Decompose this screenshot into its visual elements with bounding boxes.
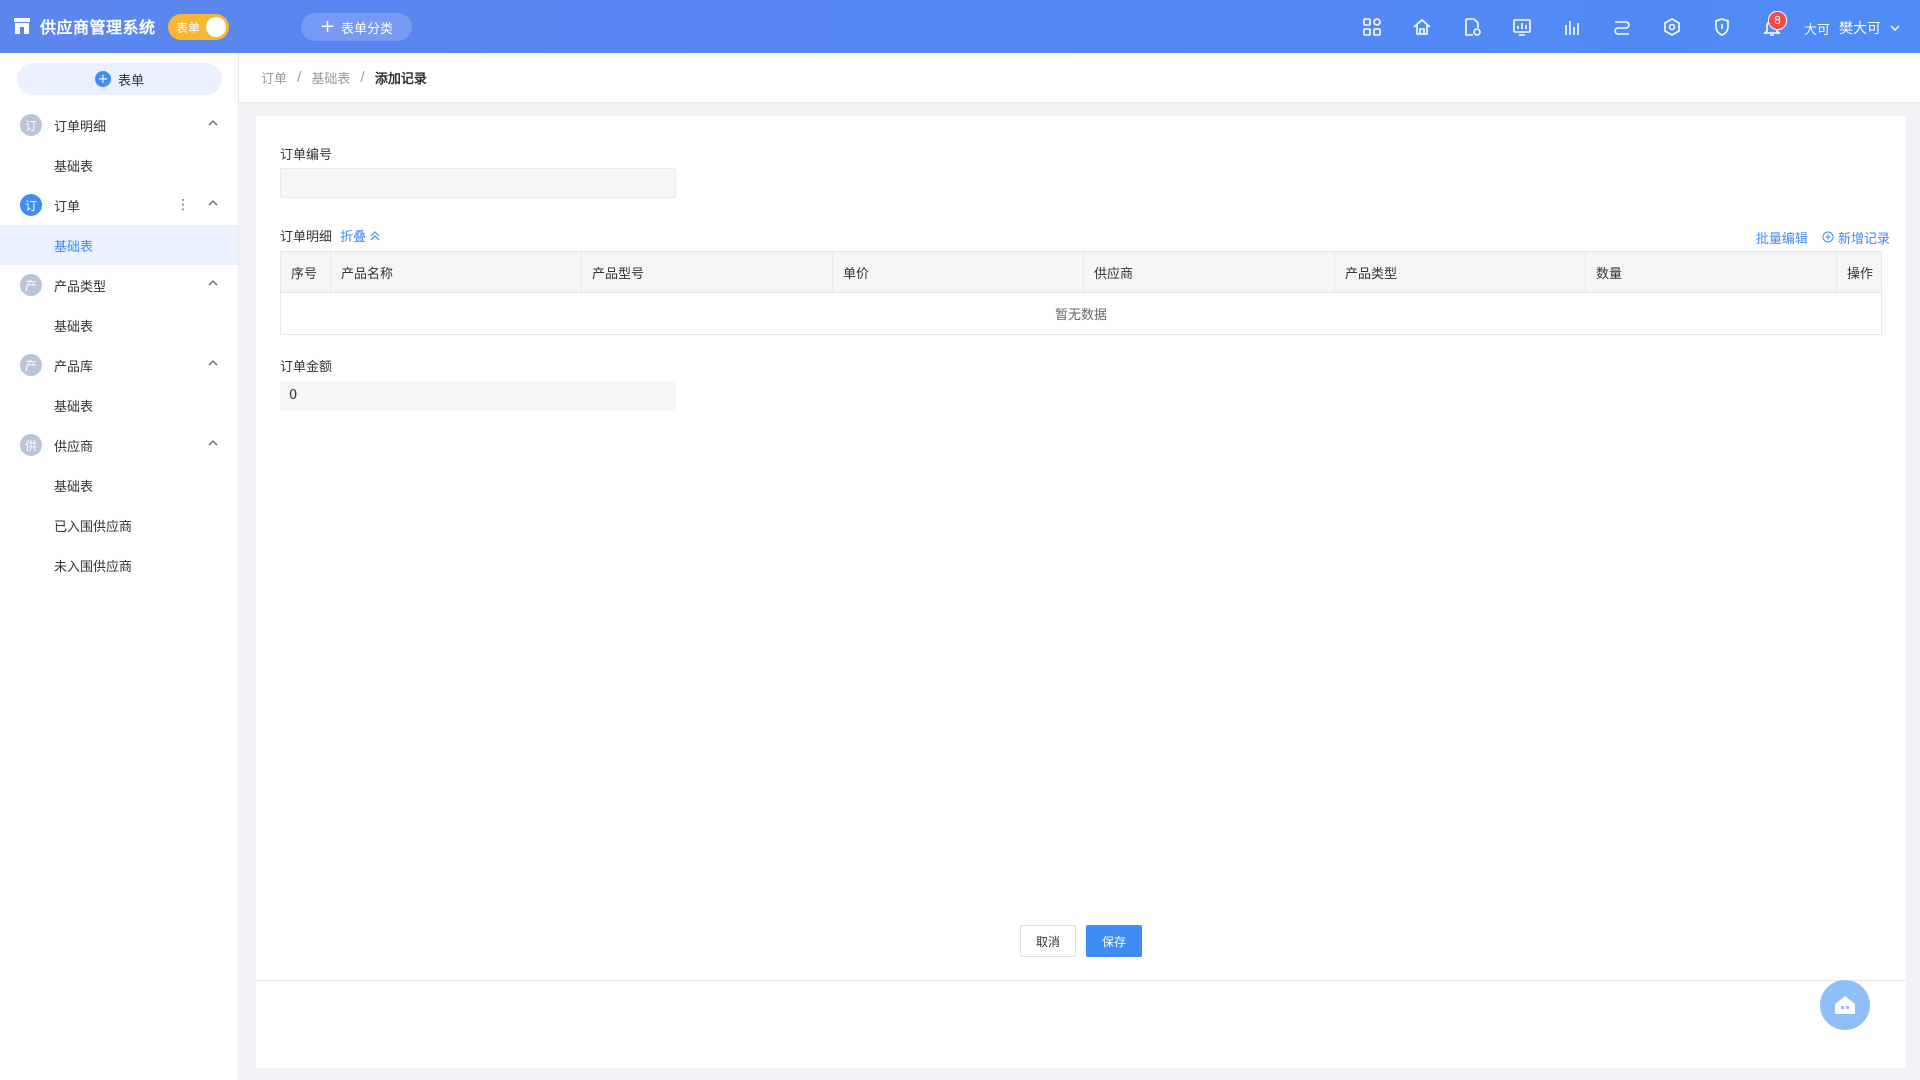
group-label: 订单 <box>54 199 81 215</box>
toggle-label: 表单 <box>176 20 201 35</box>
column-header: 供应商 <box>1083 251 1335 293</box>
chevron-up-icon[interactable] <box>208 118 218 128</box>
chart-icon[interactable] <box>1558 13 1586 41</box>
batch-edit-link[interactable]: 批量编辑 <box>1756 228 1808 247</box>
sidebar-item-basic-table-active[interactable]: 基础表 <box>0 225 238 265</box>
store-icon <box>14 18 30 34</box>
home-icon <box>1835 996 1855 1014</box>
notification-badge: 8 <box>1768 11 1787 30</box>
user-name: 樊大可 <box>1839 21 1881 37</box>
collapse-toggle[interactable]: 折叠 <box>340 230 380 245</box>
order-detail-table: 序号 产品名称 产品型号 单价 供应商 产品类型 数量 操作 暂无数据 <box>280 251 1882 335</box>
sidebar-menu: 订 订单明细 基础表 订 订单 ⋮ 基础表 产 产品类型 基础表 产 产品库 基… <box>0 105 238 585</box>
group-label: 供应商 <box>54 439 94 455</box>
toggle-knob <box>206 17 226 37</box>
column-header: 单价 <box>832 251 1084 293</box>
user-menu[interactable]: 大可 樊大可 <box>1803 14 1901 42</box>
table-header-row: 序号 产品名称 产品型号 单价 供应商 产品类型 数量 操作 <box>280 251 1882 293</box>
chevron-down-icon <box>1890 25 1900 32</box>
avatar: 大可 <box>1803 14 1831 42</box>
sidebar-group-product-type[interactable]: 产 产品类型 <box>0 265 238 305</box>
empty-state-text: 暂无数据 <box>280 292 1882 335</box>
breadcrumb-separator: / <box>297 70 302 85</box>
table-empty-row: 暂无数据 <box>280 292 1882 335</box>
order-amount-label: 订单金额 <box>280 360 333 375</box>
collapse-label: 折叠 <box>340 230 367 245</box>
flow-icon[interactable] <box>1608 13 1636 41</box>
plus-icon: + <box>319 16 336 37</box>
chevron-up-icon[interactable] <box>208 358 218 368</box>
header-toolbar <box>1358 13 1786 41</box>
breadcrumb: 订单 / 基础表 / 添加记录 <box>239 53 1920 103</box>
group-avatar-icon: 订 <box>20 194 42 216</box>
plus-circle-icon: + <box>94 71 111 87</box>
home-icon[interactable] <box>1408 13 1436 41</box>
column-header: 产品名称 <box>330 251 582 293</box>
app-logo[interactable]: 供应商管理系统 <box>12 14 156 38</box>
form-mode-toggle[interactable]: 表单 <box>168 14 229 40</box>
sidebar-group-product-library[interactable]: 产 产品库 <box>0 345 238 385</box>
group-label: 产品库 <box>54 359 94 375</box>
add-record-label: 新增记录 <box>1837 232 1890 247</box>
detail-actions: 批量编辑 新增记录 <box>1756 228 1890 247</box>
add-form-button[interactable]: + 表单 <box>17 63 222 95</box>
order-detail-header: 订单明细 折叠 <box>280 226 380 245</box>
sidebar-group-order[interactable]: 订 订单 ⋮ <box>0 185 238 225</box>
form-category-label: 表单分类 <box>341 21 394 37</box>
hub-icon[interactable] <box>1658 13 1686 41</box>
chevron-up-icon[interactable] <box>208 278 218 288</box>
form-panel: 订单编号 订单明细 折叠 批量编辑 新增记录 序号 产品名称 产品型号 单价 供… <box>256 116 1906 1068</box>
floating-home-button[interactable] <box>1820 980 1870 1030</box>
sidebar-group-order-detail[interactable]: 订 订单明细 <box>0 105 238 145</box>
app-title: 供应商管理系统 <box>40 18 156 37</box>
group-label: 订单明细 <box>54 119 107 135</box>
sidebar-group-supplier[interactable]: 供 供应商 <box>0 425 238 465</box>
add-record-link[interactable]: 新增记录 <box>1822 228 1890 247</box>
sidebar-item-basic-table[interactable]: 基础表 <box>0 465 238 505</box>
dashboard-icon[interactable] <box>1508 13 1536 41</box>
save-button[interactable]: 保存 <box>1086 925 1142 957</box>
add-form-label: 表单 <box>117 73 144 89</box>
sidebar-item-basic-table[interactable]: 基础表 <box>0 145 238 185</box>
sidebar-item-non-shortlisted-suppliers[interactable]: 未入围供应商 <box>0 545 238 585</box>
sidebar-item-basic-table[interactable]: 基础表 <box>0 385 238 425</box>
cancel-button[interactable]: 取消 <box>1020 925 1076 957</box>
plus-circle-icon <box>1822 231 1834 243</box>
apps-icon[interactable] <box>1358 13 1386 41</box>
order-amount-field: 0 <box>280 381 676 411</box>
document-settings-icon[interactable] <box>1458 13 1486 41</box>
shield-icon[interactable] <box>1708 13 1736 41</box>
column-header: 产品型号 <box>581 251 833 293</box>
column-header: 序号 <box>280 251 331 293</box>
form-footer <box>256 980 1906 1069</box>
column-header: 操作 <box>1836 251 1882 293</box>
group-avatar-icon: 供 <box>20 434 42 456</box>
chevron-up-icon[interactable] <box>208 198 218 208</box>
column-header: 数量 <box>1585 251 1837 293</box>
breadcrumb-item[interactable]: 订单 <box>261 68 287 87</box>
top-header: 供应商管理系统 表单 + 表单分类 8 大可 樊大可 <box>0 0 1920 53</box>
group-label: 产品类型 <box>54 279 107 295</box>
double-chevron-up-icon <box>370 231 380 241</box>
breadcrumb-item[interactable]: 基础表 <box>311 68 350 87</box>
form-category-button[interactable]: + 表单分类 <box>301 13 412 41</box>
column-header: 产品类型 <box>1334 251 1586 293</box>
chevron-up-icon[interactable] <box>208 438 218 448</box>
sidebar-item-shortlisted-suppliers[interactable]: 已入围供应商 <box>0 505 238 545</box>
order-number-input[interactable] <box>280 168 676 198</box>
more-options-icon[interactable]: ⋮ <box>176 197 190 213</box>
sidebar: + 表单 订 订单明细 基础表 订 订单 ⋮ 基础表 产 产品类型 基础表 产 … <box>0 53 239 1080</box>
order-number-label: 订单编号 <box>280 148 333 163</box>
group-avatar-icon: 订 <box>20 114 42 136</box>
group-avatar-icon: 产 <box>20 354 42 376</box>
group-avatar-icon: 产 <box>20 274 42 296</box>
order-amount-value: 0 <box>289 388 298 403</box>
order-detail-label: 订单明细 <box>280 230 333 245</box>
breadcrumb-separator: / <box>360 70 365 85</box>
sidebar-item-basic-table[interactable]: 基础表 <box>0 305 238 345</box>
breadcrumb-current: 添加记录 <box>374 72 427 87</box>
